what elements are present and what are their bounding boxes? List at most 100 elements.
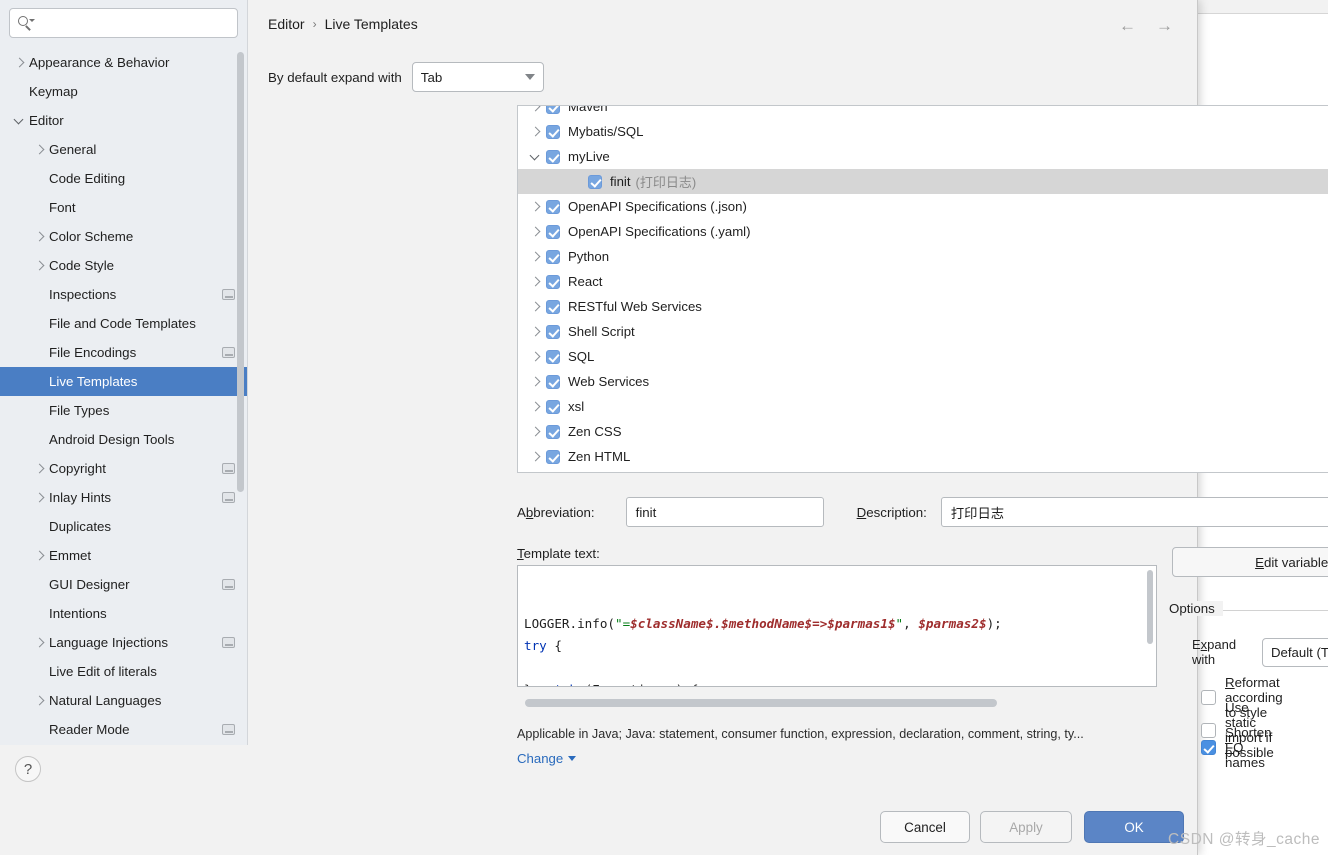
template-checkbox[interactable]	[546, 449, 560, 464]
chevron-right-icon[interactable]	[32, 491, 46, 505]
chevron-right-icon[interactable]	[528, 224, 544, 240]
sidebar-item-keymap[interactable]: Keymap	[0, 77, 247, 106]
sidebar-item-intentions[interactable]: Intentions	[0, 599, 247, 628]
template-row[interactable]: xsl	[518, 394, 1328, 419]
template-row[interactable]: Python	[518, 244, 1328, 269]
sidebar-item-gui-designer[interactable]: GUI Designer	[0, 570, 247, 599]
sidebar-item-reader-mode[interactable]: Reader Mode	[0, 715, 247, 744]
template-checkbox[interactable]	[546, 124, 560, 139]
sidebar-item-code-editing[interactable]: Code Editing	[0, 164, 247, 193]
template-row[interactable]: Mybatis/SQL	[518, 119, 1328, 144]
template-checkbox[interactable]	[546, 274, 560, 289]
sidebar-item-live-edit-of-literals[interactable]: Live Edit of literals	[0, 657, 247, 686]
chevron-down-icon[interactable]	[528, 149, 544, 165]
code-vertical-scrollbar[interactable]	[1147, 570, 1153, 644]
template-row[interactable]: OpenAPI Specifications (.yaml)	[518, 219, 1328, 244]
sidebar-item-inlay-hints[interactable]: Inlay Hints	[0, 483, 247, 512]
settings-search-box[interactable]	[9, 8, 238, 38]
chevron-right-icon[interactable]	[528, 249, 544, 265]
chevron-right-icon[interactable]	[32, 636, 46, 650]
sidebar-item-file-types[interactable]: File Types	[0, 396, 247, 425]
template-row[interactable]: Zen HTML	[518, 444, 1328, 469]
chevron-right-icon[interactable]	[528, 349, 544, 365]
template-checkbox[interactable]	[546, 106, 560, 114]
chevron-right-icon[interactable]	[32, 143, 46, 157]
template-checkbox[interactable]	[546, 249, 560, 264]
chevron-right-icon[interactable]	[528, 274, 544, 290]
sidebar-item-file-and-code-templates[interactable]: File and Code Templates	[0, 309, 247, 338]
sidebar-item-inspections[interactable]: Inspections	[0, 280, 247, 309]
shorten-fq-checkbox-row[interactable]: Shorten FQ names	[1201, 725, 1272, 770]
edit-variables-button[interactable]: Edit variables	[1172, 547, 1328, 577]
template-row[interactable]: OpenAPI Specifications (.json)	[518, 194, 1328, 219]
search-input[interactable]	[37, 14, 229, 32]
chevron-right-icon[interactable]	[528, 199, 544, 215]
template-row[interactable]: Shell Script	[518, 319, 1328, 344]
template-row[interactable]: myLive	[518, 144, 1328, 169]
chevron-right-icon[interactable]	[528, 106, 544, 115]
breadcrumb-parent[interactable]: Editor	[268, 16, 305, 32]
sidebar-scrollbar-thumb[interactable]	[237, 52, 244, 492]
chevron-right-icon[interactable]	[32, 230, 46, 244]
chevron-right-icon[interactable]	[12, 56, 26, 70]
code-horizontal-scrollbar-thumb[interactable]	[525, 699, 997, 707]
chevron-right-icon[interactable]	[528, 299, 544, 315]
expand-with-select[interactable]: Default (Tab)	[1262, 637, 1328, 667]
chevron-right-icon[interactable]	[32, 462, 46, 476]
sidebar-item-editor[interactable]: Editor	[0, 106, 247, 135]
chevron-right-icon[interactable]	[528, 399, 544, 415]
template-row[interactable]: finit (打印日志)	[518, 169, 1328, 194]
sidebar-item-font[interactable]: Font	[0, 193, 247, 222]
apply-button[interactable]: Apply	[980, 811, 1072, 843]
default-expand-select[interactable]: Tab	[411, 62, 544, 92]
abbreviation-field[interactable]: finit	[625, 497, 824, 527]
chevron-right-icon[interactable]	[528, 449, 544, 465]
template-checkbox[interactable]	[546, 324, 560, 339]
sidebar-item-general[interactable]: General	[0, 135, 247, 164]
shorten-fq-checkbox[interactable]	[1201, 740, 1216, 755]
template-checkbox[interactable]	[546, 299, 560, 314]
template-row[interactable]: Maven	[518, 106, 1328, 119]
chevron-right-icon[interactable]	[32, 694, 46, 708]
description-field[interactable]: 打印日志	[940, 497, 1328, 527]
sidebar-item-duplicates[interactable]: Duplicates	[0, 512, 247, 541]
template-row[interactable]: RESTful Web Services	[518, 294, 1328, 319]
code-horizontal-scrollbar[interactable]	[517, 697, 1157, 708]
template-row[interactable]: React	[518, 269, 1328, 294]
chevron-right-icon[interactable]	[32, 259, 46, 273]
help-icon[interactable]: ?	[15, 756, 41, 782]
sidebar-item-copyright[interactable]: Copyright	[0, 454, 247, 483]
forward-arrow-icon[interactable]: →	[1156, 16, 1173, 36]
chevron-right-icon[interactable]	[528, 374, 544, 390]
sidebar-item-natural-languages[interactable]: Natural Languages	[0, 686, 247, 715]
sidebar-item-file-encodings[interactable]: File Encodings	[0, 338, 247, 367]
sidebar-item-code-style[interactable]: Code Style	[0, 251, 247, 280]
cancel-button[interactable]: Cancel	[880, 811, 970, 843]
templates-tree-panel[interactable]: Maven Mybatis/SQL myLive finit (打印日志) OpenAPI…	[517, 105, 1328, 473]
sidebar-tree[interactable]: Appearance & Behavior Keymap Editor General…	[0, 48, 247, 800]
sidebar-item-color-scheme[interactable]: Color Scheme	[0, 222, 247, 251]
chevron-down-icon[interactable]	[12, 114, 26, 128]
template-checkbox[interactable]	[546, 399, 560, 414]
sidebar-scrollbar[interactable]	[237, 52, 244, 612]
chevron-right-icon[interactable]	[528, 124, 544, 140]
template-checkbox[interactable]	[546, 149, 560, 164]
template-text-editor[interactable]: LOGGER.info("=$className$.$methodName$=>…	[517, 565, 1157, 687]
sidebar-item-language-injections[interactable]: Language Injections	[0, 628, 247, 657]
chevron-right-icon[interactable]	[528, 324, 544, 340]
template-checkbox[interactable]	[546, 374, 560, 389]
template-checkbox[interactable]	[588, 174, 602, 189]
sidebar-item-appearance-behavior[interactable]: Appearance & Behavior	[0, 48, 247, 77]
chevron-right-icon[interactable]	[528, 424, 544, 440]
template-row[interactable]: Web Services	[518, 369, 1328, 394]
back-arrow-icon[interactable]: ←	[1119, 16, 1136, 36]
sidebar-item-live-templates[interactable]: Live Templates	[0, 367, 247, 396]
template-row[interactable]: Zen CSS	[518, 419, 1328, 444]
template-checkbox[interactable]	[546, 224, 560, 239]
sidebar-item-android-design-tools[interactable]: Android Design Tools	[0, 425, 247, 454]
template-checkbox[interactable]	[546, 349, 560, 364]
change-context-link[interactable]: Change	[517, 751, 577, 766]
sidebar-item-emmet[interactable]: Emmet	[0, 541, 247, 570]
template-row[interactable]: SQL	[518, 344, 1328, 369]
chevron-right-icon[interactable]	[32, 549, 46, 563]
